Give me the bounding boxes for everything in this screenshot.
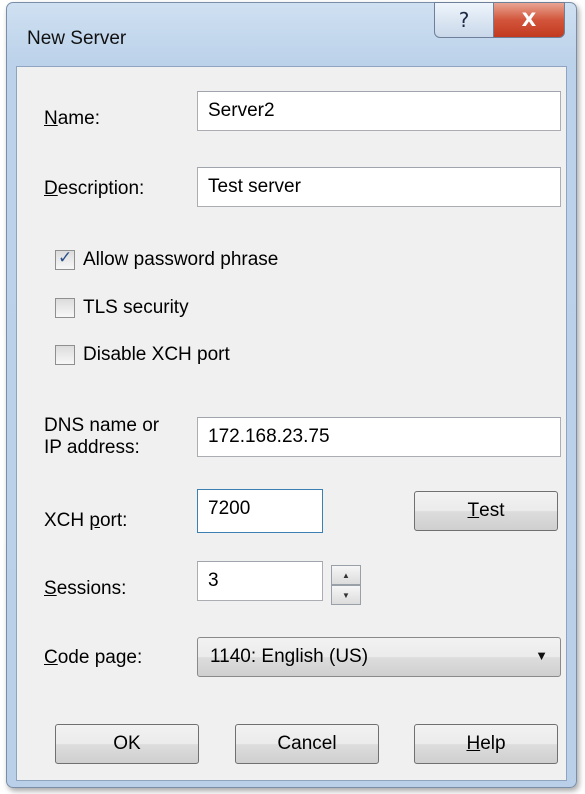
test-button[interactable]: Test xyxy=(414,491,558,531)
close-icon: X xyxy=(521,9,537,31)
checkmark-icon: ✓ xyxy=(58,248,73,267)
code-page-label: Code page: xyxy=(44,647,143,668)
title-help-button[interactable]: ? xyxy=(434,2,494,38)
xch-port-label: XCH port: xyxy=(44,510,128,531)
dropdown-arrow-icon: ▼ xyxy=(535,648,548,663)
dialog-body: Name: Server2 Description: Test server ✓… xyxy=(16,66,567,781)
allow-password-phrase-checkbox[interactable]: ✓ xyxy=(55,248,75,270)
name-label: Name: xyxy=(44,108,100,129)
ok-button[interactable]: OK xyxy=(55,724,199,764)
tls-security-label[interactable]: TLS security xyxy=(83,297,189,319)
name-input[interactable]: Server2 xyxy=(197,91,561,131)
sessions-spin-up[interactable]: ▲ xyxy=(331,565,361,585)
disable-xch-port-label[interactable]: Disable XCH port xyxy=(83,344,230,366)
dns-input[interactable]: 172.168.23.75 xyxy=(197,417,561,457)
sessions-label: Sessions: xyxy=(44,578,127,599)
code-page-value: 1140: English (US) xyxy=(210,646,369,667)
allow-password-phrase-label[interactable]: Allow password phrase xyxy=(83,249,278,271)
sessions-spin-down[interactable]: ▼ xyxy=(331,585,361,605)
code-page-select[interactable]: 1140: English (US) ▼ xyxy=(197,637,561,677)
dns-label: DNS name or IP address: xyxy=(44,415,160,458)
description-input[interactable]: Test server xyxy=(197,167,561,207)
xch-port-input[interactable]: 7200 xyxy=(197,489,323,533)
question-icon: ? xyxy=(458,8,470,32)
spin-up-icon: ▲ xyxy=(342,570,350,580)
description-label: Description: xyxy=(44,178,145,199)
close-button[interactable]: X xyxy=(493,2,565,38)
sessions-input[interactable]: 3 xyxy=(197,561,323,601)
help-button[interactable]: Help xyxy=(414,724,558,764)
window-title: New Server xyxy=(27,28,127,49)
disable-xch-port-checkbox[interactable] xyxy=(55,345,75,365)
spin-down-icon: ▼ xyxy=(342,590,350,600)
dialog-window: New Server ? X Name: Server2 Description… xyxy=(6,2,577,788)
cancel-button[interactable]: Cancel xyxy=(235,724,379,764)
tls-security-checkbox[interactable] xyxy=(55,298,75,318)
